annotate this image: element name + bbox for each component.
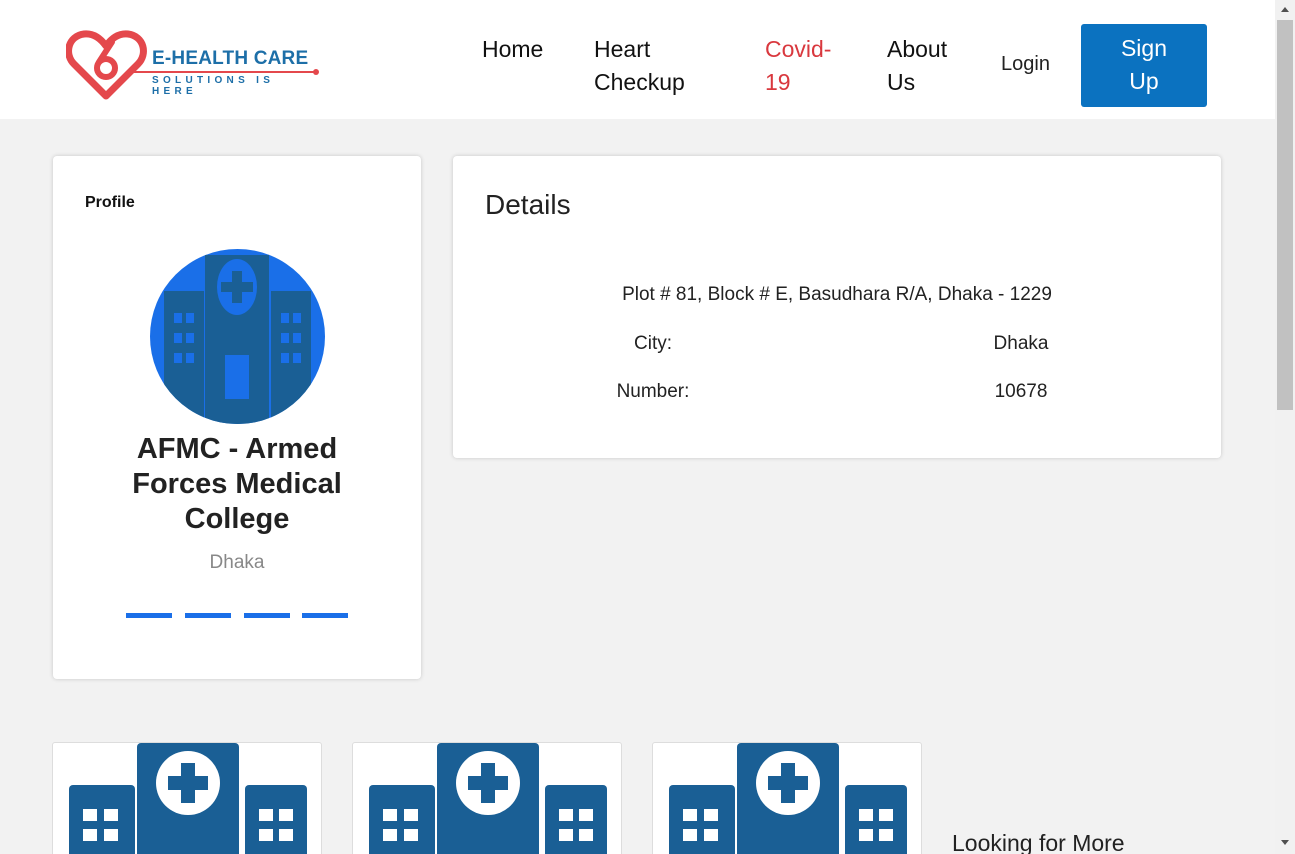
city-value: Dhaka bbox=[993, 333, 1049, 354]
social-link-1[interactable] bbox=[126, 613, 172, 618]
nav-heart-checkup[interactable]: Heart Checkup bbox=[594, 33, 714, 99]
city-label: City: bbox=[634, 333, 672, 354]
social-link-4[interactable] bbox=[302, 613, 348, 618]
hospital-icon bbox=[669, 743, 907, 854]
nav-covid[interactable]: Covid-19 bbox=[765, 33, 845, 99]
signup-button[interactable]: Sign Up bbox=[1081, 24, 1207, 107]
hospital-icon bbox=[164, 255, 311, 424]
hospital-tile-2[interactable] bbox=[352, 742, 622, 854]
vertical-scrollbar[interactable] bbox=[1275, 0, 1295, 854]
scroll-down-arrow-icon[interactable] bbox=[1281, 840, 1289, 845]
looking-for-more-heading: Looking for More bbox=[952, 830, 1125, 854]
number-value: 10678 bbox=[994, 381, 1048, 402]
scroll-thumb[interactable] bbox=[1277, 20, 1293, 410]
hospital-avatar bbox=[150, 249, 325, 424]
details-card: Details Plot # 81, Block # E, Basudhara … bbox=[453, 156, 1221, 458]
brand-name: E-HEALTH CARE bbox=[152, 48, 309, 69]
social-link-2[interactable] bbox=[185, 613, 231, 618]
number-label: Number: bbox=[616, 381, 690, 402]
hospital-tile-3[interactable] bbox=[652, 742, 922, 854]
hospital-name: AFMC - Armed Forces Medical College bbox=[132, 433, 342, 535]
brand-logo[interactable]: E-HEALTH CARE SOLUTIONS IS HERE bbox=[66, 30, 326, 102]
header: E-HEALTH CARE SOLUTIONS IS HERE Home Hea… bbox=[0, 0, 1275, 119]
profile-heading: Profile bbox=[85, 194, 135, 211]
profile-card: Profile AFMC - Armed Forces Medical Coll… bbox=[53, 156, 421, 679]
hospital-tile-1[interactable] bbox=[52, 742, 322, 854]
signup-label: Sign Up bbox=[1120, 35, 1168, 94]
hospital-icon bbox=[369, 743, 607, 854]
hospital-city: Dhaka bbox=[209, 552, 265, 573]
social-link-3[interactable] bbox=[244, 613, 290, 618]
nav-about[interactable]: About Us bbox=[887, 33, 967, 99]
brand-tagline: SOLUTIONS IS HERE bbox=[152, 75, 275, 97]
details-title: Details bbox=[485, 189, 571, 220]
hospital-icon bbox=[69, 743, 307, 854]
nav-home[interactable]: Home bbox=[482, 33, 543, 66]
details-address: Plot # 81, Block # E, Basudhara R/A, Dha… bbox=[622, 284, 1052, 305]
login-link[interactable]: Login bbox=[1001, 53, 1050, 76]
scroll-up-arrow-icon[interactable] bbox=[1281, 7, 1289, 12]
